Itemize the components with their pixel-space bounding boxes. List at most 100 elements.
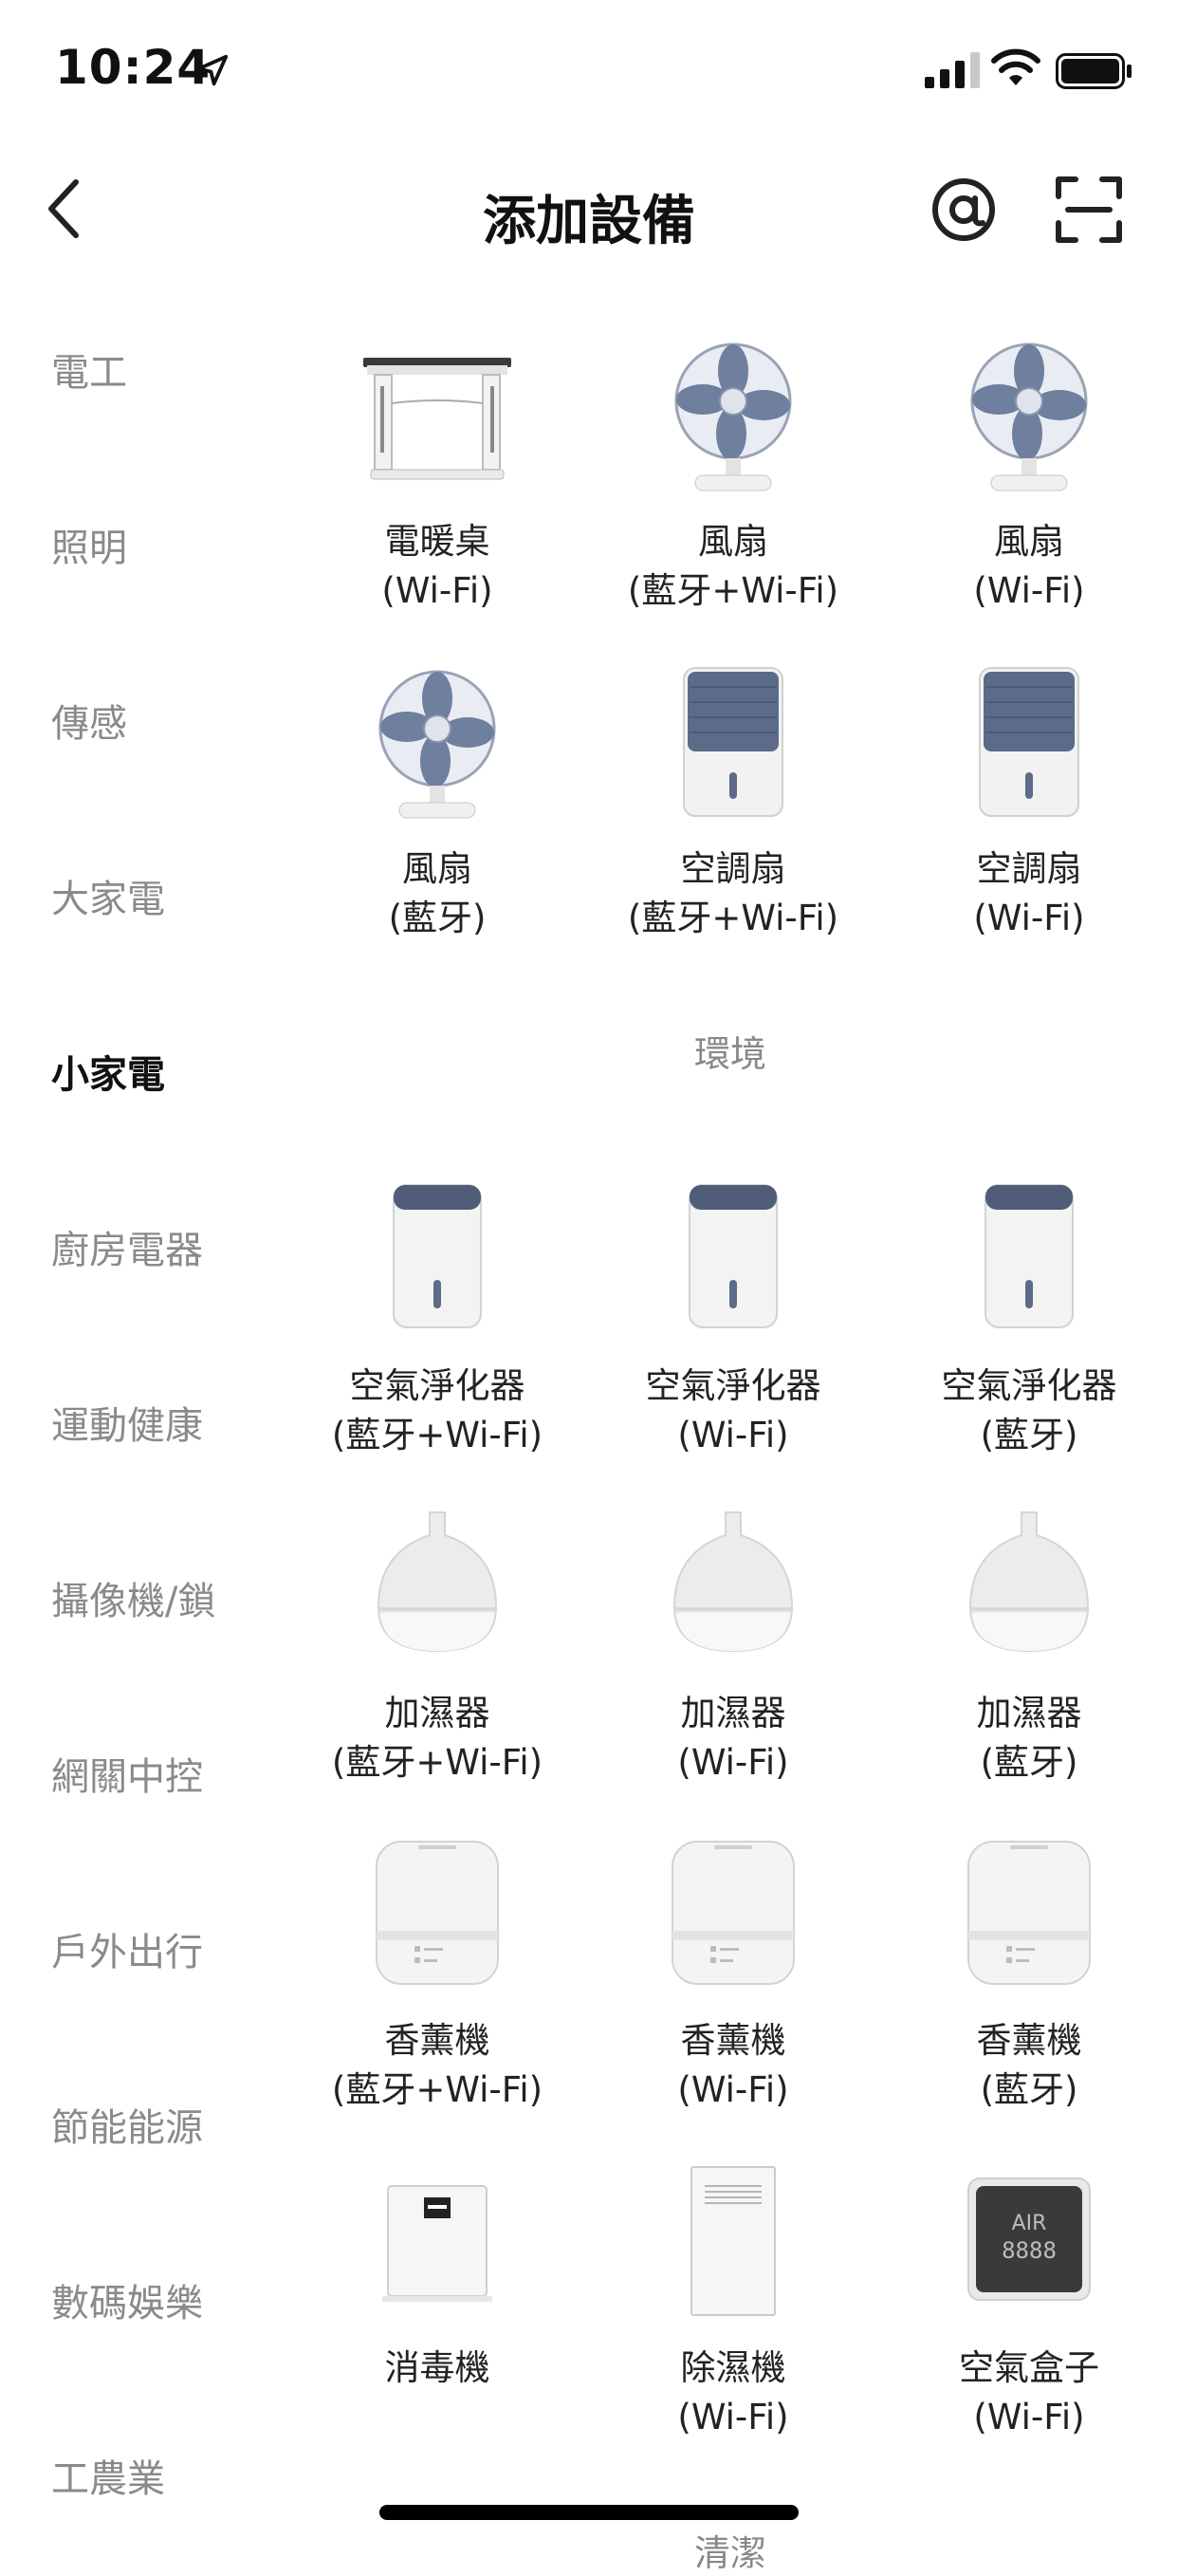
device-connection: (藍牙) — [980, 1742, 1078, 1783]
device-tile[interactable]: 空氣淨化器 (藍牙+Wi-Fi) — [289, 1181, 585, 1466]
humidifier-icon — [672, 1511, 794, 1653]
air-cooler-icon — [683, 667, 783, 817]
status-bar: 10:24 — [0, 0, 1178, 142]
section-title-environment: 環境 — [693, 1033, 766, 1075]
category-sidebar: 電工 照明 傳感 大家電 小家電 廚房電器 運動健康 攝像機/鎖 網關中控 戶外… — [0, 275, 313, 2550]
device-label: 風扇 (藍牙+Wi-Fi) — [585, 517, 881, 616]
device-tile[interactable]: 風扇 (Wi-Fi) — [881, 337, 1177, 621]
fan-icon — [674, 343, 792, 491]
device-name: 加濕器 — [384, 1693, 490, 1733]
sidebar-item-small-appliances[interactable]: 小家電 — [51, 1044, 165, 1099]
svg-text:8888: 8888 — [1002, 2237, 1057, 2264]
sidebar-item-outdoor[interactable]: 戶外出行 — [51, 1921, 203, 1976]
device-label: 空氣淨化器 (藍牙) — [881, 1362, 1177, 1460]
device-label: 香薰機 (Wi-Fi) — [585, 2016, 881, 2115]
device-connection: (Wi-Fi) — [973, 2397, 1085, 2437]
at-sign-icon[interactable] — [930, 176, 998, 244]
device-label: 空調扇 (Wi-Fi) — [881, 844, 1177, 943]
device-name: 空氣淨化器 — [941, 1365, 1117, 1406]
sidebar-item-energy[interactable]: 節能能源 — [51, 2097, 203, 2152]
air-purifier-icon — [985, 1184, 1074, 1328]
sidebar-item-cameras-locks[interactable]: 攝像機/鎖 — [51, 1570, 215, 1625]
sidebar-item-kitchen[interactable]: 廚房電器 — [51, 1219, 203, 1274]
device-name: 加濕器 — [680, 1693, 786, 1733]
humidifier-icon — [968, 1511, 1090, 1653]
device-connection: (Wi-Fi) — [677, 2069, 789, 2110]
device-label: 消毒機 — [289, 2344, 585, 2393]
device-tile[interactable]: 空調扇 (藍牙+Wi-Fi) — [585, 664, 881, 949]
device-name: 消毒機 — [384, 2347, 490, 2388]
wifi-icon — [991, 48, 1040, 85]
device-connection: (Wi-Fi) — [973, 898, 1085, 938]
device-connection: (藍牙+Wi-Fi) — [331, 2069, 543, 2110]
device-label: 風扇 (Wi-Fi) — [881, 517, 1177, 616]
device-tile[interactable]: AIR 8888 空氣盒子 (Wi-Fi) — [881, 2163, 1177, 2448]
device-name: 電暖桌 — [384, 521, 490, 562]
device-label: 空氣淨化器 (藍牙+Wi-Fi) — [289, 1362, 585, 1460]
device-tile[interactable]: 除濕機 (Wi-Fi) — [585, 2163, 881, 2448]
cellular-signal-icon — [925, 52, 980, 88]
sidebar-item-large-appliances[interactable]: 大家電 — [51, 868, 165, 923]
device-name: 香薰機 — [384, 2020, 490, 2061]
air-cooler-icon — [979, 667, 1079, 817]
device-name: 加濕器 — [976, 1693, 1082, 1733]
device-tile[interactable]: 加濕器 (Wi-Fi) — [585, 1509, 881, 1793]
aroma-diffuser-icon — [672, 1841, 795, 1985]
home-indicator[interactable] — [379, 2505, 799, 2520]
device-tile[interactable]: 加濕器 (藍牙+Wi-Fi) — [289, 1509, 585, 1793]
device-tile[interactable]: 空氣淨化器 (藍牙) — [881, 1181, 1177, 1466]
device-connection: (藍牙+Wi-Fi) — [627, 898, 839, 938]
device-label: 空調扇 (藍牙+Wi-Fi) — [585, 844, 881, 943]
device-name: 除濕機 — [680, 2347, 786, 2388]
aroma-diffuser-icon — [967, 1841, 1091, 1985]
device-label: 加濕器 (藍牙) — [881, 1689, 1177, 1788]
location-arrow-icon — [196, 54, 229, 86]
device-name: 空氣淨化器 — [349, 1365, 525, 1406]
device-name: 風扇 — [402, 848, 472, 889]
device-connection: (藍牙) — [980, 2069, 1078, 2110]
device-label: 香薰機 (藍牙+Wi-Fi) — [289, 2016, 585, 2115]
device-label: 除濕機 (Wi-Fi) — [585, 2344, 881, 2442]
device-tile[interactable]: 香薰機 (藍牙) — [881, 1836, 1177, 2121]
device-connection: (藍牙+Wi-Fi) — [331, 1415, 543, 1455]
device-tile[interactable]: 風扇 (藍牙+Wi-Fi) — [585, 337, 881, 621]
device-connection: (藍牙) — [980, 1415, 1078, 1455]
sidebar-item-electrician[interactable]: 電工 — [51, 342, 127, 397]
device-tile[interactable]: 消毒機 — [289, 2163, 585, 2448]
air-box-icon: AIR 8888 — [967, 2178, 1091, 2301]
device-label: 空氣淨化器 (Wi-Fi) — [585, 1362, 881, 1460]
device-tile[interactable]: 空調扇 (Wi-Fi) — [881, 664, 1177, 949]
device-tile[interactable]: 香薰機 (藍牙+Wi-Fi) — [289, 1836, 585, 2121]
air-purifier-icon — [689, 1184, 778, 1328]
device-name: 空調扇 — [976, 848, 1082, 889]
device-connection: (Wi-Fi) — [381, 570, 493, 611]
sidebar-item-lighting[interactable]: 照明 — [51, 517, 127, 572]
fan-icon — [970, 343, 1088, 491]
device-connection: (藍牙+Wi-Fi) — [627, 570, 839, 611]
device-name: 香薰機 — [680, 2020, 786, 2061]
device-connection: (Wi-Fi) — [677, 2397, 789, 2437]
device-tile[interactable]: 香薰機 (Wi-Fi) — [585, 1836, 881, 2121]
page-title: 添加設備 — [483, 191, 695, 252]
sidebar-item-digital-entertainment[interactable]: 數碼娛樂 — [51, 2272, 203, 2327]
device-label: 香薰機 (藍牙) — [881, 2016, 1177, 2115]
aroma-diffuser-icon — [376, 1841, 499, 1985]
sidebar-item-gateway[interactable]: 網關中控 — [51, 1746, 203, 1801]
sidebar-item-sports-health[interactable]: 運動健康 — [51, 1395, 203, 1450]
device-label: 加濕器 (藍牙+Wi-Fi) — [289, 1689, 585, 1788]
dehumidifier-icon — [690, 2166, 776, 2316]
device-label: 電暖桌 (Wi-Fi) — [289, 517, 585, 616]
scan-icon[interactable] — [1055, 176, 1123, 244]
battery-icon — [1056, 53, 1132, 89]
device-tile[interactable]: 電暖桌 (Wi-Fi) — [289, 337, 585, 621]
sidebar-item-sensors[interactable]: 傳感 — [51, 693, 127, 748]
device-label: 加濕器 (Wi-Fi) — [585, 1689, 881, 1788]
device-name: 風扇 — [994, 521, 1064, 562]
device-name: 空氣盒子 — [959, 2347, 1099, 2388]
device-tile[interactable]: 加濕器 (藍牙) — [881, 1509, 1177, 1793]
air-purifier-icon — [393, 1184, 482, 1328]
status-time: 10:24 — [55, 40, 212, 95]
sidebar-item-agriculture-industry[interactable]: 工農業 — [51, 2448, 165, 2503]
device-tile[interactable]: 風扇 (藍牙) — [289, 664, 585, 949]
device-tile[interactable]: 空氣淨化器 (Wi-Fi) — [585, 1181, 881, 1466]
